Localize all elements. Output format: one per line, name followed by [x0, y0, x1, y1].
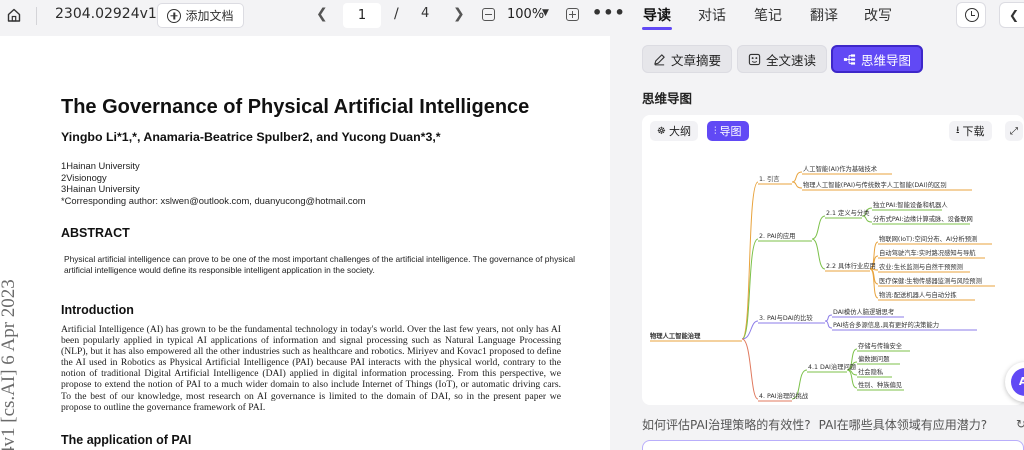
mindmap-node[interactable]: PAI结合多源信息,具有更好的决策能力	[833, 320, 939, 329]
share-icon: ❮	[1009, 8, 1020, 22]
tab-chat[interactable]: 对话	[698, 5, 726, 25]
arxiv-stamp-text: 4v1 [cs.AI] 6 Apr 2023	[0, 279, 19, 450]
introduction-heading: Introduction	[61, 303, 134, 317]
mindmap-node[interactable]: 分布式PAI:边缘计算或脉、设备联网	[873, 214, 973, 223]
clock-icon	[965, 8, 979, 22]
tab-rewrite[interactable]: 改写	[864, 5, 892, 25]
mindmap-diagram[interactable]: 物理人工智能治理 1. 引言 人工智能(AI)作为基础技术 物理人工智能(PAI…	[642, 145, 1024, 405]
mindmap-node[interactable]: 3. PAI与DAI的比较	[759, 313, 813, 322]
download-label: 下载	[962, 125, 985, 138]
fullscreen-icon: ⤢	[1010, 125, 1018, 137]
mindmap-node[interactable]: 2.2 具体行业应用	[826, 261, 876, 270]
refresh-icon[interactable]: ↻	[1016, 417, 1024, 431]
mindmap-node[interactable]: 4.1 DAI治理问题	[808, 362, 857, 371]
tab-guide[interactable]: 导读	[643, 5, 671, 25]
history-button[interactable]	[956, 2, 986, 28]
toolbar-divider	[36, 7, 37, 25]
home-icon[interactable]	[6, 7, 22, 23]
mindmap-node[interactable]: 人工智能(AI)作为基础技术	[803, 164, 878, 173]
plus-circle-icon	[167, 8, 182, 23]
panel-tabs: 导读 对话 笔记 翻译 改写 ❮	[627, 0, 1024, 32]
ai-icon: Ai	[1011, 368, 1024, 396]
more-options-icon[interactable]: •••	[592, 3, 626, 22]
speed-read-label: 全文速读	[766, 52, 817, 68]
paper-affiliations: 1Hainan University 2Visionogy 3Hainan Un…	[61, 160, 366, 207]
zoom-select[interactable]: 100%	[507, 7, 544, 22]
abstract-heading: ABSTRACT	[61, 226, 130, 240]
mindmap-root[interactable]: 物理人工智能治理	[650, 331, 701, 340]
mindmap-node[interactable]: DAI模仿人脑逻辑思考	[833, 307, 894, 316]
arxiv-stamp: 4v1 [cs.AI] 6 Apr 2023	[0, 279, 38, 450]
mindmap-small-icon: ⫶	[714, 125, 717, 137]
suggested-question[interactable]: PAI在哪些具体领域有应用潜力?	[819, 418, 988, 432]
assistant-panel: 导读 对话 笔记 翻译 改写 ❮ 文章摘要 全文速读 思维导图 思维导图 ☸ 大…	[627, 0, 1024, 450]
outline-icon: ☸	[657, 125, 666, 137]
mindmap-node[interactable]: 农业:生长监测与自然干预预测	[879, 262, 963, 271]
download-icon: ⭳	[956, 124, 960, 136]
app-window: 2304.02924v1 添加文档 ❮ 1 / 4 ❯ 100% ▼ ••• 4…	[0, 0, 1024, 450]
current-page-input[interactable]: 1	[343, 3, 381, 28]
zoom-out-icon[interactable]	[482, 8, 495, 21]
mindmap-button[interactable]: 思维导图	[831, 45, 924, 73]
mindmap-node[interactable]: 物流:配送机器人与自动分拣	[879, 290, 957, 299]
fullscreen-button[interactable]: ⤢	[1005, 121, 1023, 141]
speed-read-button[interactable]: 全文速读	[737, 45, 828, 73]
outline-view-button[interactable]: ☸ 大纲	[650, 121, 698, 141]
pdf-toolbar: 2304.02924v1 添加文档 ❮ 1 / 4 ❯ 100% ▼ •••	[0, 0, 625, 32]
pen-icon	[654, 53, 665, 65]
add-document-button[interactable]: 添加文档	[157, 3, 244, 28]
mindmap-node[interactable]: 性别、种族偏见	[858, 380, 902, 389]
next-page-icon[interactable]: ❯	[453, 6, 465, 22]
page-separator: /	[394, 6, 399, 22]
mindmap-icon	[843, 53, 856, 65]
abstract-text: Physical artificial intelligence can pro…	[64, 254, 576, 275]
suggested-questions: 如何评估PAI治理策略的有效性? PAI在哪些具体领域有应用潜力?	[642, 416, 995, 433]
chat-input[interactable]	[642, 440, 1024, 450]
active-tab-indicator	[642, 27, 672, 30]
mindmap-node[interactable]: 4. PAI治理的挑战	[759, 391, 809, 400]
paper-title: The Governance of Physical Artificial In…	[61, 96, 530, 118]
summary-button[interactable]: 文章摘要	[642, 45, 733, 73]
mindmap-label: 思维导图	[861, 52, 912, 68]
mindmap-node[interactable]: 独立PAI:智能设备和机器人	[873, 200, 948, 209]
tab-notes[interactable]: 笔记	[754, 5, 782, 25]
mindmap-node[interactable]: 自动驾驶汽车:实时路况感知与导航	[879, 248, 976, 257]
section-title: 思维导图	[642, 91, 693, 106]
introduction-text: Artificial Intelligence (AI) has grown t…	[61, 324, 561, 413]
paper-authors: Yingbo Li*1,*, Anamaria-Beatrice Spulber…	[61, 130, 441, 144]
mindmap-node[interactable]: 2.1 定义与分类	[826, 208, 870, 217]
tab-translate[interactable]: 翻译	[810, 5, 838, 25]
mindmap-node[interactable]: 社会隐私	[858, 367, 884, 376]
pdf-page: 4v1 [cs.AI] 6 Apr 2023 The Governance of…	[0, 36, 610, 450]
mindmap-node[interactable]: 1. 引言	[759, 174, 780, 183]
file-name: 2304.02924v1	[55, 6, 157, 22]
total-pages: 4	[421, 6, 430, 21]
mindmap-node[interactable]: 2. PAI的应用	[759, 231, 795, 240]
previous-page-icon[interactable]: ❮	[316, 6, 328, 22]
mindmap-node[interactable]: 医疗保健:生物传感器监测与风险预测	[879, 276, 982, 285]
map-view-button[interactable]: ⫶ 导图	[707, 121, 749, 141]
map-view-label: 导图	[719, 125, 742, 138]
document-scan-icon	[748, 53, 761, 65]
mindmap-node[interactable]: 物联网(IoT):空间分布、AI分析预测	[879, 234, 977, 243]
zoom-caret-icon[interactable]: ▼	[542, 8, 549, 18]
affiliation-line: *Corresponding author: xslwen@outlook.co…	[61, 195, 366, 207]
affiliation-line: 2Visionogy	[61, 171, 107, 183]
affiliation-line: 1Hainan University	[61, 160, 140, 171]
mindmap-node[interactable]: 物理人工智能(PAI)与传统数字人工智能(DAI)的区别	[803, 180, 947, 189]
pdf-viewer[interactable]: 4v1 [cs.AI] 6 Apr 2023 The Governance of…	[0, 32, 625, 450]
mindmap-card: ☸ 大纲 ⫶ 导图 ⭳ 下载 ⤢ 物理人工智能治理 1. 引言 人工智能(AI)…	[642, 115, 1024, 405]
suggested-question[interactable]: 如何评估PAI治理策略的有效性?	[642, 418, 811, 432]
summary-label: 文章摘要	[671, 52, 722, 68]
mindmap-node[interactable]: 存储与传输安全	[858, 341, 903, 350]
mindmap-node[interactable]: 偏数据问题	[858, 354, 890, 363]
download-button[interactable]: ⭳ 下载	[949, 121, 992, 141]
affiliation-line: 3Hainan University	[61, 183, 140, 195]
application-heading: The application of PAI	[61, 433, 192, 447]
outline-view-label: 大纲	[668, 125, 691, 138]
share-button[interactable]: ❮	[999, 2, 1024, 28]
add-document-label: 添加文档	[185, 9, 234, 23]
zoom-in-icon[interactable]	[566, 8, 579, 21]
